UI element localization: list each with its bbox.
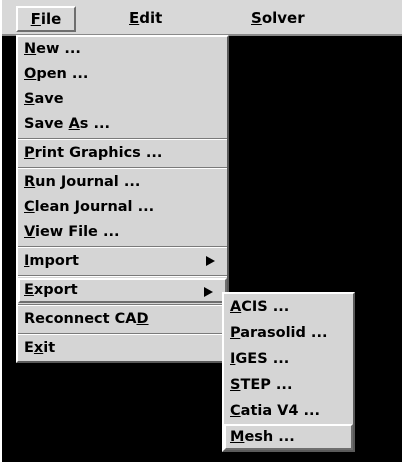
menu-separator xyxy=(18,167,227,169)
menu-item-reconnect-cad[interactable]: Reconnect CAD xyxy=(18,307,227,332)
menu-separator xyxy=(18,246,227,248)
submenu-item-acis[interactable]: ACIS ... xyxy=(224,294,353,320)
submenu-item-catia-v4[interactable]: Catia V4 ... xyxy=(224,398,353,424)
menu-item-print-graphics[interactable]: Print Graphics ... xyxy=(18,141,227,166)
menu-separator xyxy=(18,275,227,277)
submenu-arrow-icon xyxy=(206,256,215,266)
menu-item-import[interactable]: Import xyxy=(18,249,227,274)
menu-item-run-journal[interactable]: Run Journal ... xyxy=(18,170,227,195)
submenu-item-parasolid[interactable]: Parasolid ... xyxy=(224,320,353,346)
menu-item-export[interactable]: Export xyxy=(18,278,227,303)
file-dropdown-menu: New ... Open ... Save Save As ... Print … xyxy=(16,35,229,363)
menu-item-exit[interactable]: Exit xyxy=(18,336,227,361)
menu-item-open[interactable]: Open ... xyxy=(18,62,227,87)
menu-item-new[interactable]: New ... xyxy=(18,37,227,62)
menu-separator xyxy=(18,138,227,140)
menu-separator xyxy=(18,333,227,335)
menu-separator xyxy=(18,304,227,306)
menu-solver[interactable]: Solver xyxy=(251,7,305,29)
submenu-item-iges[interactable]: IGES ... xyxy=(224,346,353,372)
submenu-item-step[interactable]: STEP ... xyxy=(224,372,353,398)
submenu-arrow-icon xyxy=(204,287,213,297)
export-submenu: ACIS ... Parasolid ... IGES ... STEP ...… xyxy=(222,292,355,452)
submenu-item-mesh[interactable]: Mesh ... xyxy=(224,424,353,450)
menu-edit[interactable]: Edit xyxy=(129,7,162,29)
graphics-window: File Edit Solver New ... Open ... Save S… xyxy=(2,0,402,462)
menu-item-save[interactable]: Save xyxy=(18,87,227,112)
menu-file[interactable]: File xyxy=(16,6,76,32)
menu-item-save-as[interactable]: Save As ... xyxy=(18,112,227,137)
menu-item-clean-journal[interactable]: Clean Journal ... xyxy=(18,195,227,220)
menu-bar: File Edit Solver xyxy=(2,0,402,36)
menu-item-view-file[interactable]: View File ... xyxy=(18,220,227,245)
